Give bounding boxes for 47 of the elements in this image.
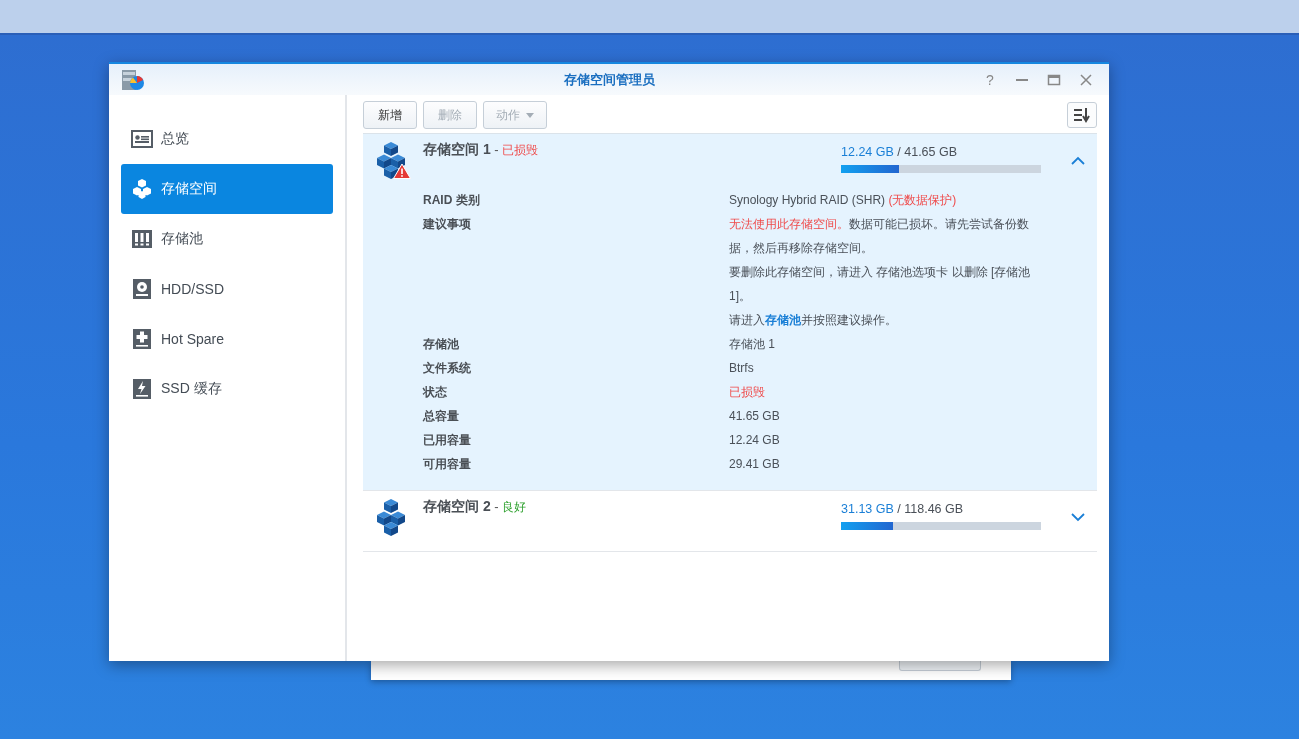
cubes-icon — [131, 178, 153, 200]
sidebar-item[interactable]: Hot Spare — [121, 314, 333, 364]
cubes-icon — [375, 141, 411, 179]
detail-value: 无法使用此存储空间。数据可能已损坏。请先尝试备份数据，然后再移除存储空间。 — [729, 216, 1030, 257]
sidebar-item[interactable]: SSD 缓存 — [121, 364, 333, 414]
sidebar-item[interactable]: 存储空间 — [121, 164, 333, 214]
detail-label: 可用容量 — [423, 456, 472, 473]
sort-button[interactable] — [1067, 102, 1097, 128]
sidebar-item[interactable]: 总览 — [121, 114, 333, 164]
sidebar-item[interactable]: HDD/SSD — [121, 264, 333, 314]
app-icon — [121, 68, 145, 91]
caret-icon — [526, 112, 534, 118]
capacity-text: 31.13 GB / 118.46 GB — [841, 502, 964, 516]
detail-label: 总容量 — [423, 408, 460, 425]
detail-value: 存储池 1 — [729, 336, 776, 353]
detail-value: Btrfs — [729, 360, 755, 377]
sort-icon — [1073, 107, 1091, 123]
id-card-icon — [131, 128, 153, 150]
sidebar-item[interactable]: 存储池 — [121, 214, 333, 264]
plus-drive-icon — [131, 328, 153, 350]
volume-panel[interactable]: 存储空间 2 - 良好 31.13 GB / 118.46 GB — [363, 491, 1097, 552]
detail-value: 要删除此存储空间，请进入 存储池选项卡 以删除 [存储池 1]。 — [729, 264, 1032, 305]
pool-link[interactable]: 存储池 — [765, 313, 801, 327]
detail-label: 存储池 — [423, 336, 460, 353]
detail-value: 已损毁 — [729, 384, 766, 401]
detail-label: 已用容量 — [423, 432, 472, 449]
close-icon[interactable] — [1079, 72, 1093, 87]
volume-title: 存储空间 1 - 已损毁 — [423, 142, 539, 157]
lightning-drive-icon — [131, 378, 153, 400]
detail-label: 状态 — [423, 384, 448, 401]
chevron-down-icon[interactable] — [1071, 513, 1085, 522]
toolbar-button[interactable]: 新增 — [363, 101, 417, 129]
detail-label: RAID 类别 — [423, 192, 481, 209]
volume-title: 存储空间 2 - 良好 — [423, 499, 527, 514]
columns-icon — [131, 228, 153, 250]
detail-value: 41.65 GB — [729, 408, 781, 425]
maximize-icon[interactable] — [1047, 72, 1061, 87]
detail-value: 请进入存储池并按照建议操作。 — [729, 312, 898, 329]
detail-value: 29.41 GB — [729, 456, 781, 473]
chevron-up-icon[interactable] — [1071, 156, 1085, 165]
detail-label: 建议事项 — [423, 216, 472, 233]
detail-value: 12.24 GB — [729, 432, 781, 449]
capacity-text: 12.24 GB / 41.65 GB — [841, 145, 958, 159]
detail-value: Synology Hybrid RAID (SHR) (无数据保护) — [729, 192, 958, 209]
volume-panel[interactable] — [363, 133, 1097, 491]
window-title: 存储空间管理员 — [563, 70, 655, 89]
detail-label: 文件系统 — [423, 360, 472, 377]
